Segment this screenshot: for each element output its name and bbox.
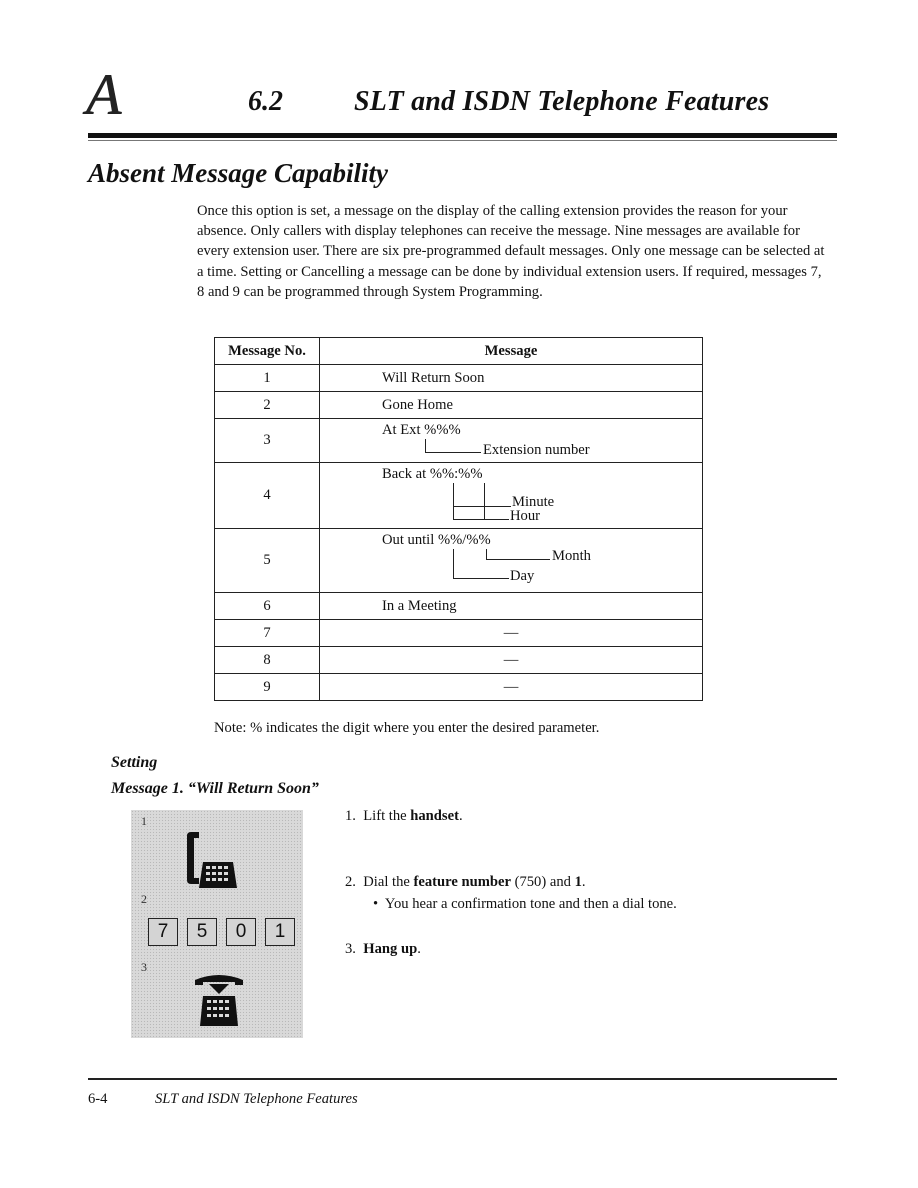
page-heading: Absent Message Capability bbox=[88, 158, 389, 188]
connector-line bbox=[486, 559, 550, 560]
bullet-icon: • bbox=[373, 896, 379, 912]
message-text: — bbox=[319, 673, 703, 701]
message-text: Back at %%:%% bbox=[382, 466, 483, 482]
table-row: 9 — bbox=[214, 673, 703, 701]
table-note: Note: % indicates the digit where you en… bbox=[214, 720, 600, 736]
table-header-row: Message No. Message bbox=[214, 337, 703, 365]
connector-line bbox=[453, 519, 509, 520]
message-text: — bbox=[319, 646, 703, 674]
table-row: 7 — bbox=[214, 619, 703, 647]
connector-line bbox=[484, 483, 485, 520]
section-number: 6.2 bbox=[248, 86, 283, 117]
key-5: 5 bbox=[187, 918, 217, 946]
message-text: Out until %%/%% bbox=[382, 532, 491, 548]
table-row: 5 Out until %%/%% Month Day bbox=[214, 528, 703, 593]
illustration-step-label: 3 bbox=[141, 960, 147, 974]
key-1: 1 bbox=[265, 918, 295, 946]
step-1: 1. Lift the handset. bbox=[345, 808, 463, 824]
step-keyword: 1 bbox=[574, 874, 582, 890]
message-number: 1 bbox=[214, 364, 320, 392]
table-row: 6 In a Meeting bbox=[214, 592, 703, 620]
connector-line bbox=[425, 439, 426, 453]
illustration-step-label: 2 bbox=[141, 892, 147, 906]
connector-line bbox=[453, 506, 511, 507]
column-header-message: Message bbox=[319, 337, 703, 365]
section-title: SLT and ISDN Telephone Features bbox=[354, 86, 770, 117]
message-number: 3 bbox=[214, 418, 320, 463]
connector-line bbox=[453, 483, 454, 520]
footer-title: SLT and ISDN Telephone Features bbox=[155, 1091, 358, 1107]
message-text: — bbox=[319, 619, 703, 647]
table-row: 4 Back at %%:%% Minute Hour bbox=[214, 462, 703, 529]
message-text: Will Return Soon bbox=[319, 364, 703, 392]
table-row: 3 At Ext %%% Extension number bbox=[214, 418, 703, 463]
message-number: 6 bbox=[214, 592, 320, 620]
step-3: 3. Hang up. bbox=[345, 941, 421, 957]
annotation-day: Day bbox=[510, 568, 535, 584]
header-rule bbox=[88, 133, 837, 138]
page-number: 6-4 bbox=[88, 1091, 108, 1107]
step-keyword: handset bbox=[410, 808, 459, 824]
table-row: 8 — bbox=[214, 646, 703, 674]
off-hook-phone-icon bbox=[187, 832, 237, 888]
message-text: In a Meeting bbox=[319, 592, 703, 620]
message-text: Gone Home bbox=[319, 391, 703, 419]
connector-line bbox=[425, 452, 481, 453]
message-text: At Ext %%% bbox=[382, 422, 461, 438]
column-header-message-no: Message No. bbox=[214, 337, 320, 365]
setting-subheading: Message 1. “Will Return Soon” bbox=[111, 780, 319, 797]
message-number: 2 bbox=[214, 391, 320, 419]
chapter-letter: A bbox=[86, 62, 122, 127]
message-number: 4 bbox=[214, 462, 320, 529]
message-number: 5 bbox=[214, 528, 320, 593]
connector-line bbox=[453, 549, 454, 579]
on-hook-phone-icon bbox=[195, 975, 243, 1026]
connector-line bbox=[453, 578, 509, 579]
setting-heading: Setting bbox=[111, 754, 158, 771]
step-keyword: Hang up bbox=[363, 941, 418, 957]
intro-paragraph: Once this option is set, a message on th… bbox=[197, 203, 825, 300]
footer-rule bbox=[88, 1078, 837, 1080]
message-number: 9 bbox=[214, 673, 320, 701]
message-number: 8 bbox=[214, 646, 320, 674]
table-row: 2 Gone Home bbox=[214, 391, 703, 419]
key-0: 0 bbox=[226, 918, 256, 946]
annotation-extension-number: Extension number bbox=[483, 442, 590, 458]
annotation-hour: Hour bbox=[510, 508, 540, 524]
step-2-bullet: • You hear a confirmation tone and then … bbox=[373, 896, 677, 912]
procedure-illustration: 1 2 7 5 0 1 3 bbox=[131, 810, 303, 1038]
header-rule-thin bbox=[88, 140, 837, 141]
key-7: 7 bbox=[148, 918, 178, 946]
step-2: 2. Dial the feature number (750) and 1. bbox=[345, 874, 586, 890]
illustration-step-label: 1 bbox=[141, 814, 147, 828]
message-number: 7 bbox=[214, 619, 320, 647]
step-keyword: feature number bbox=[413, 874, 511, 890]
message-table: Message No. Message 1 Will Return Soon 2… bbox=[214, 337, 703, 701]
annotation-month: Month bbox=[552, 548, 591, 564]
table-row: 1 Will Return Soon bbox=[214, 364, 703, 392]
